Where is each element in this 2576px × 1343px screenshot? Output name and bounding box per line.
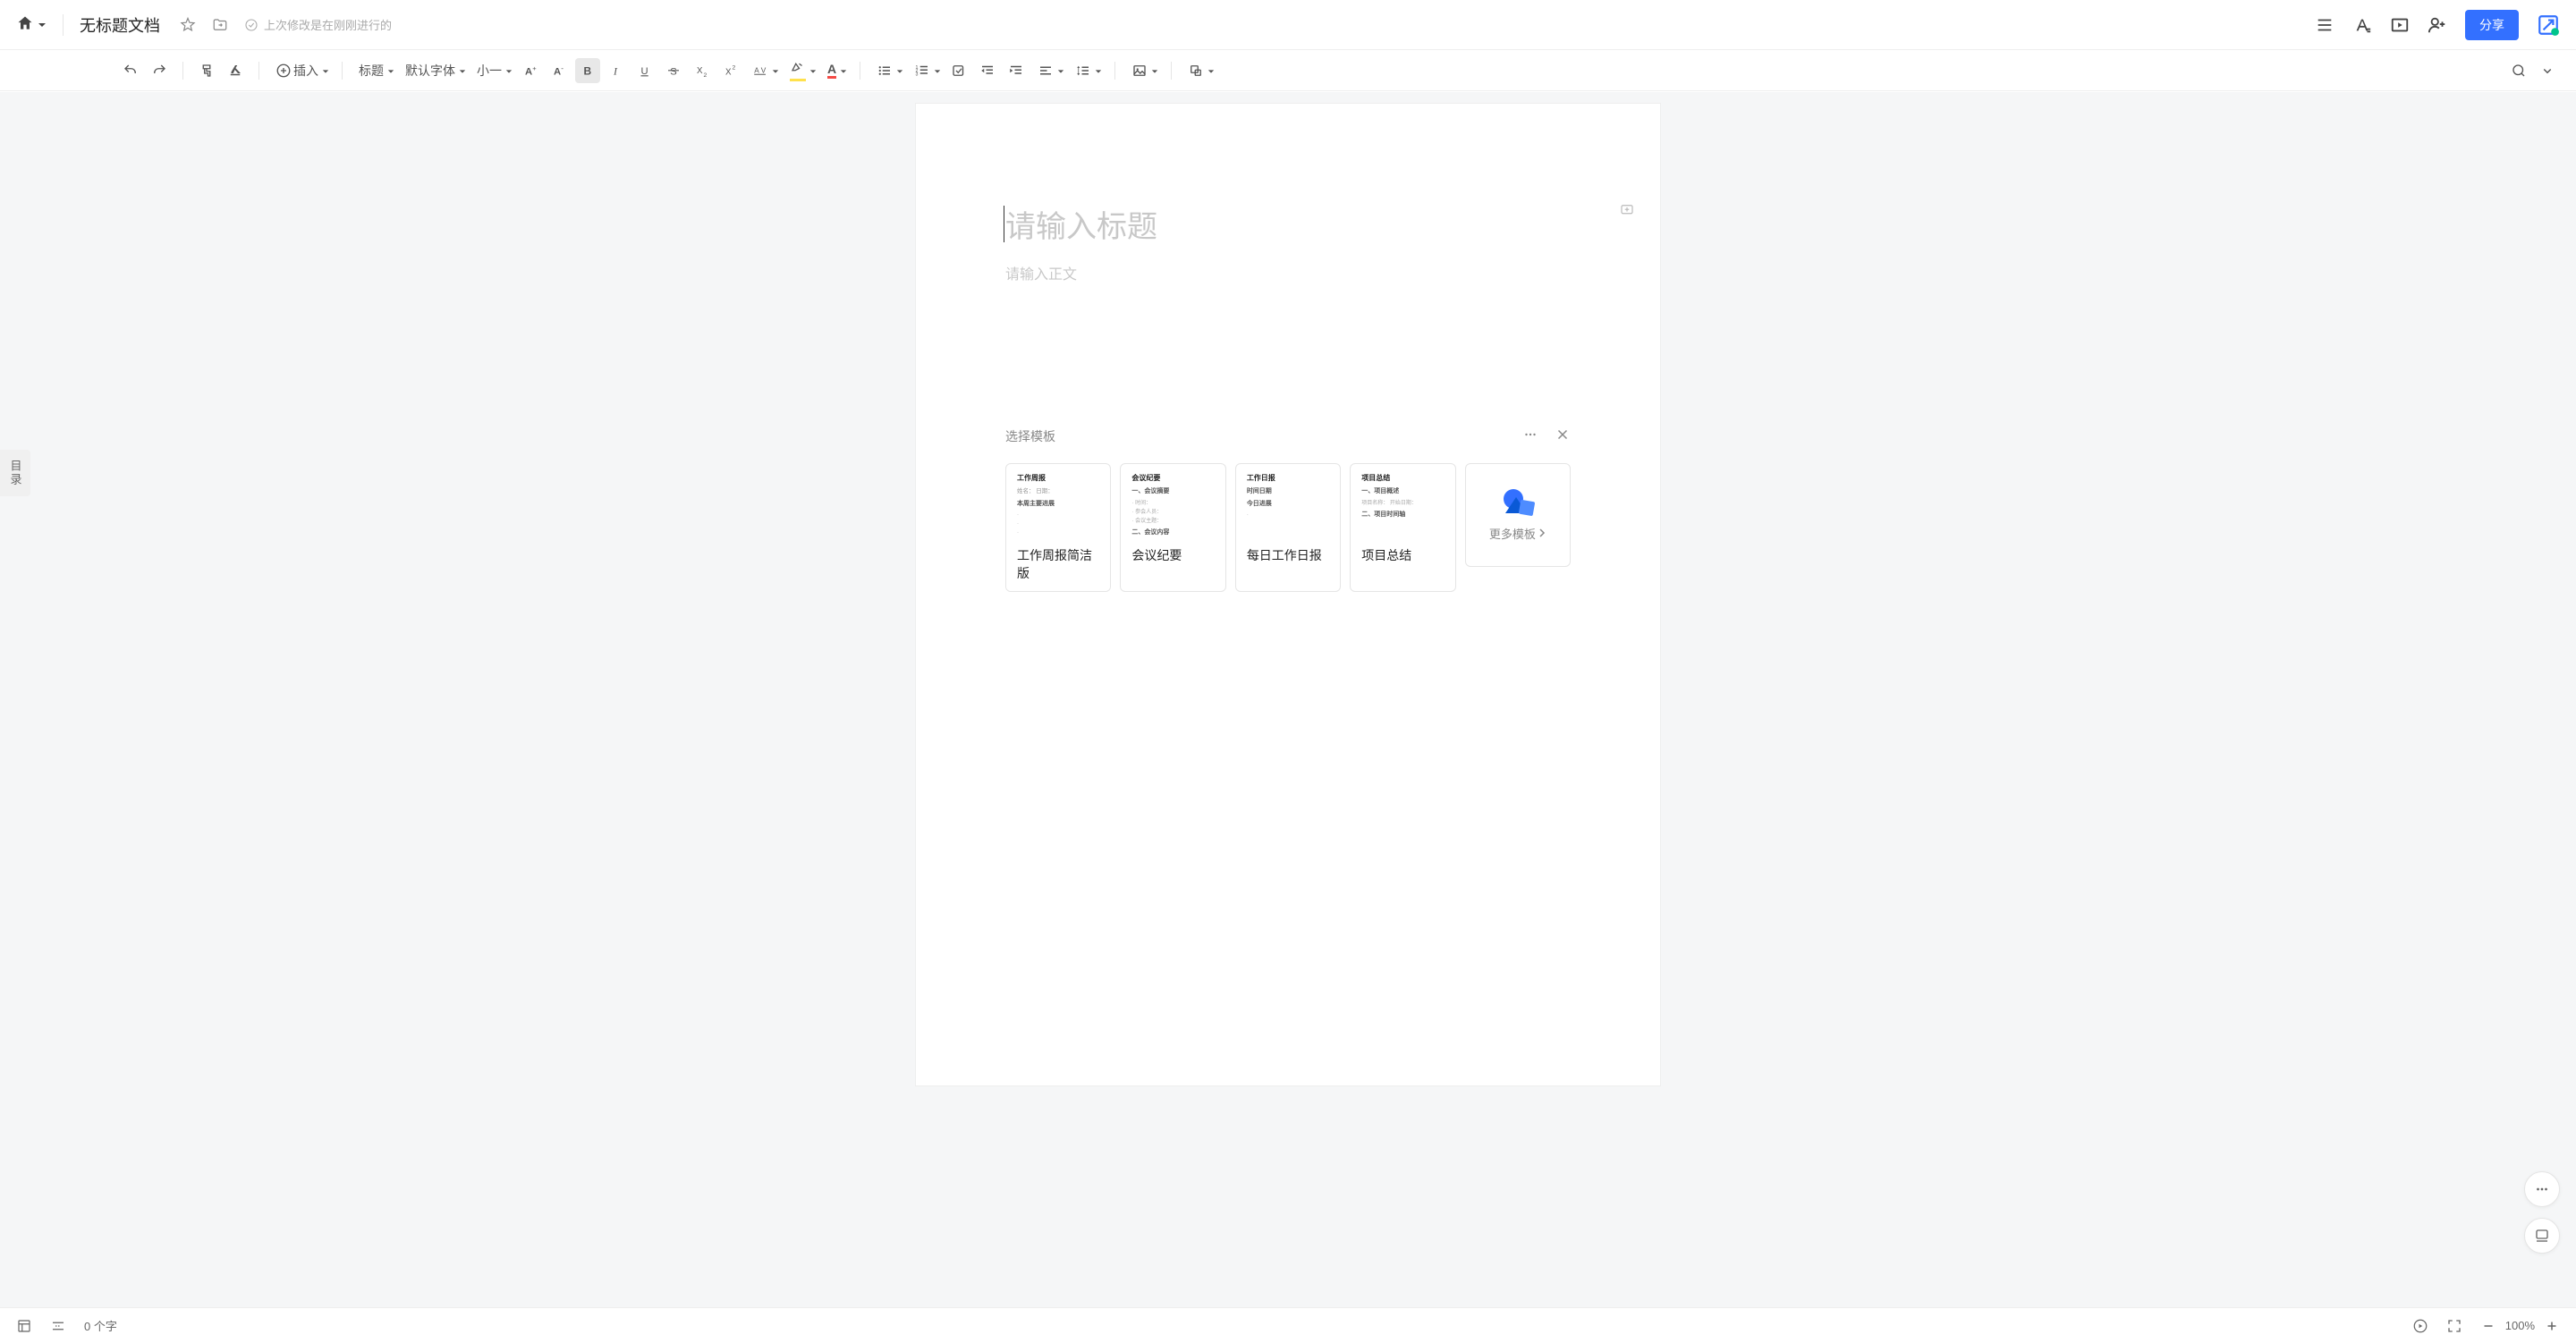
line-height-button[interactable] — [1070, 58, 1104, 83]
page-break-icon[interactable] — [50, 1318, 66, 1334]
template-grid: 工作周报 姓名： 日期： 本周主要进展 · · · 工作周报简洁版 会议纪要 一… — [1005, 463, 1571, 592]
fontsize-select[interactable]: 小一 — [471, 58, 514, 83]
svg-text:V: V — [761, 66, 767, 74]
template-close-icon[interactable] — [1555, 427, 1571, 445]
text-style-icon[interactable] — [2352, 15, 2372, 35]
heading-select[interactable]: 标题 — [353, 58, 396, 83]
title-placeholder[interactable]: 请输入标题 — [1005, 202, 1571, 246]
star-icon[interactable] — [180, 17, 196, 33]
template-card[interactable]: 工作周报 姓名： 日期： 本周主要进展 · · · 工作周报简洁版 — [1005, 463, 1111, 592]
svg-text:A: A — [525, 66, 532, 77]
insert-button[interactable]: 插入 — [270, 58, 331, 83]
indent-button[interactable] — [1004, 58, 1029, 83]
svg-text:3: 3 — [916, 72, 919, 77]
divider — [63, 14, 64, 36]
template-more-card[interactable]: 更多模板 — [1465, 463, 1571, 567]
svg-text:2: 2 — [733, 64, 736, 71]
page-layout-icon[interactable] — [16, 1318, 32, 1334]
header-right: 分享 — [2315, 10, 2560, 40]
insert-shape-button[interactable] — [1182, 58, 1216, 83]
highlight-color-button[interactable] — [784, 58, 818, 83]
template-more-icon[interactable] — [1522, 427, 1538, 445]
svg-text:X: X — [697, 66, 703, 76]
header-bar: 无标题文档 上次修改是在刚刚进行的 分享 — [0, 0, 2576, 50]
font-color-button[interactable]: A — [822, 58, 849, 83]
zoom-out-button[interactable] — [2480, 1318, 2496, 1334]
float-feedback-button[interactable] — [2524, 1218, 2560, 1254]
font-select[interactable]: 默认字体 — [400, 58, 468, 83]
template-panel: 选择模板 工作周报 姓名： 日期： 本周主要进展 · · · — [1005, 427, 1571, 601]
svg-text:-: - — [561, 64, 564, 72]
insert-image-button[interactable] — [1126, 58, 1160, 83]
clear-format-button[interactable] — [223, 58, 248, 83]
header-doc-actions: 上次修改是在刚刚进行的 — [180, 16, 392, 33]
format-toolbar: 插入 标题 默认字体 小一 A+ A- B I U S X2 X2 AV A 1… — [0, 50, 2576, 91]
svg-text:I: I — [613, 64, 618, 77]
bold-button[interactable]: B — [575, 58, 600, 83]
ai-assistant-icon[interactable] — [2537, 13, 2560, 37]
svg-text:+: + — [532, 64, 537, 72]
template-panel-title: 选择模板 — [1005, 427, 1055, 445]
svg-text:U: U — [641, 65, 648, 76]
decrease-font-button[interactable]: A- — [547, 58, 572, 83]
increase-font-button[interactable]: A+ — [518, 58, 543, 83]
add-comment-icon[interactable] — [1619, 202, 1635, 221]
document-page[interactable]: 请输入标题 请输入正文 选择模板 工作周报 姓名： 日期： 本周主要进展 · — [915, 103, 1661, 1086]
toc-tab[interactable]: 目录 — [0, 450, 30, 496]
letter-spacing-button[interactable]: AV — [747, 58, 781, 83]
svg-text:2: 2 — [704, 72, 708, 78]
svg-text:A: A — [554, 66, 561, 77]
checklist-button[interactable] — [946, 58, 971, 83]
svg-text:S: S — [670, 66, 677, 77]
share-button[interactable]: 分享 — [2465, 10, 2519, 40]
undo-button[interactable] — [118, 58, 143, 83]
home-icon — [16, 14, 34, 35]
present-icon[interactable] — [2390, 15, 2410, 35]
svg-text:A: A — [754, 66, 759, 74]
svg-text:X: X — [725, 67, 732, 77]
toolbar-collapse-button[interactable] — [2535, 58, 2560, 83]
canvas-area: 目录 请输入标题 请输入正文 选择模板 工作周报 姓名： 日期： 本周 — [0, 92, 2576, 1307]
zoom-in-button[interactable] — [2544, 1318, 2560, 1334]
ordered-list-button[interactable]: 123 — [909, 58, 943, 83]
italic-button[interactable]: I — [604, 58, 629, 83]
svg-text:B: B — [584, 64, 592, 77]
caret-down-icon — [38, 18, 47, 32]
bullet-list-button[interactable] — [871, 58, 905, 83]
superscript-button[interactable]: X2 — [718, 58, 743, 83]
toolbar-search-button[interactable] — [2506, 58, 2531, 83]
body-placeholder[interactable]: 请输入正文 — [1005, 262, 1571, 283]
home-button[interactable] — [16, 14, 47, 35]
subscript-button[interactable]: X2 — [690, 58, 715, 83]
toolbar-right — [2494, 58, 2560, 83]
status-bar: 0 个字 100% — [0, 1307, 2576, 1343]
add-user-icon[interactable] — [2428, 15, 2447, 35]
save-status: 上次修改是在刚刚进行的 — [244, 16, 392, 33]
play-icon[interactable] — [2412, 1318, 2428, 1334]
folder-move-icon[interactable] — [212, 17, 228, 33]
float-more-button[interactable] — [2524, 1171, 2560, 1207]
template-card[interactable]: 工作日报 时间日期 今日进展 · 每日工作日报 — [1235, 463, 1341, 592]
document-title[interactable]: 无标题文档 — [80, 13, 160, 37]
outline-icon[interactable] — [2315, 15, 2334, 35]
outdent-button[interactable] — [975, 58, 1000, 83]
float-actions — [2524, 1171, 2560, 1254]
template-card[interactable]: 项目总结 一、项目概述 项目名称： 开始日期： 二、项目时间轴 项目总结 — [1350, 463, 1455, 592]
fullscreen-icon[interactable] — [2446, 1318, 2462, 1334]
strikethrough-button[interactable]: S — [661, 58, 686, 83]
format-painter-button[interactable] — [194, 58, 219, 83]
underline-button[interactable]: U — [632, 58, 657, 83]
redo-button[interactable] — [147, 58, 172, 83]
word-count[interactable]: 0 个字 — [84, 1317, 117, 1334]
more-templates-icon — [1500, 489, 1536, 518]
zoom-level[interactable]: 100% — [2505, 1319, 2535, 1332]
align-button[interactable] — [1032, 58, 1066, 83]
template-card[interactable]: 会议纪要 一、会议摘要 · 时间： · 参会人员： · 会议主题： 二、会议内容… — [1120, 463, 1225, 592]
save-status-text: 上次修改是在刚刚进行的 — [264, 16, 392, 33]
